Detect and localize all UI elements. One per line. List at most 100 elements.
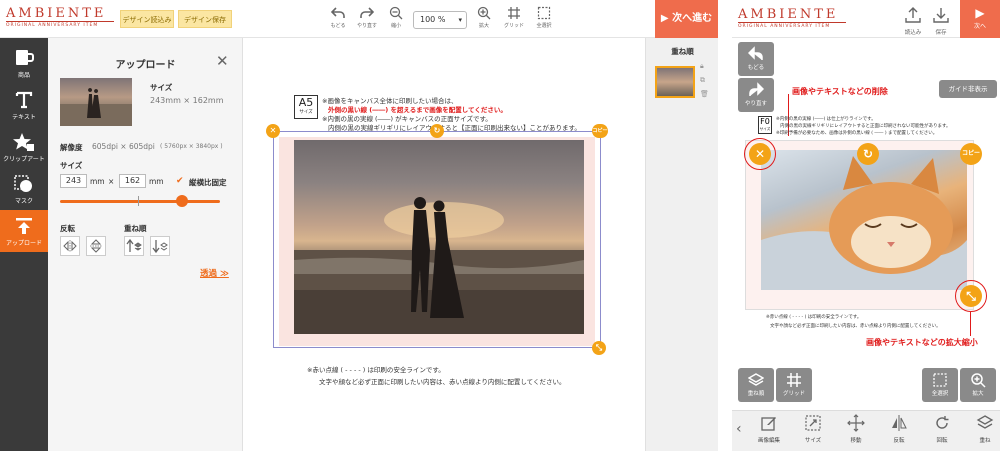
bottom-tool-move[interactable]: 移動 — [839, 414, 873, 444]
bring-forward-button[interactable] — [124, 236, 144, 256]
trash-icon[interactable]: 🗑︎ — [700, 90, 709, 98]
mobile-placed-photo[interactable] — [761, 150, 967, 290]
size-input-label: サイズ — [60, 161, 83, 170]
photo-selection-frame[interactable] — [273, 131, 601, 348]
next-step-button[interactable]: ▶ 次へ進む — [655, 0, 718, 38]
bottom-tool-edit-image[interactable]: 画像編集 — [752, 414, 786, 444]
mobile-canvas-note-2: 内側の黒の実線ギリギリにレイアウトすると正面に印刷されない可能性があります。 — [780, 124, 951, 129]
flip-vertical-button[interactable] — [86, 236, 106, 256]
uploaded-image-thumbnail[interactable] — [60, 78, 132, 126]
send-backward-button[interactable] — [150, 236, 170, 256]
grid-button[interactable]: グリッド — [501, 6, 527, 29]
undo-icon — [748, 46, 763, 60]
undo-button[interactable]: もどる — [325, 6, 351, 29]
height-input[interactable]: 162 — [119, 174, 146, 188]
chevron-left-icon[interactable]: ‹ — [736, 421, 742, 437]
sidebar-item-upload[interactable]: アップロード — [0, 210, 48, 252]
select-all-button[interactable]: 全選択 — [531, 6, 557, 29]
layers-title: 重ね順 — [671, 47, 694, 56]
layer-icon — [748, 373, 764, 386]
safe-line-note-2: 文字や顔など必ず正面に印刷したい内容は、赤い点線より内側に配置してください。 — [319, 378, 566, 386]
sidebar-item-products[interactable]: 商品 — [0, 42, 48, 84]
mobile-load-button[interactable]: 読込み — [900, 6, 926, 36]
top-header: AMBIENTE ORIGINAL ANNIVERSARY ITEM デザイン読… — [0, 0, 718, 38]
bottom-tool-flip[interactable]: 反転 — [882, 414, 916, 444]
delete-handle-icon[interactable]: ✕ — [266, 124, 280, 138]
transparency-link[interactable]: 透過 ≫ — [200, 267, 229, 279]
save-design-button[interactable]: デザイン保存 — [178, 10, 232, 28]
mobile-undo-button[interactable]: もどる — [738, 42, 774, 76]
zoom-select[interactable]: 100 % ▾ — [413, 11, 467, 29]
rotate-icon — [936, 416, 949, 429]
select-all-icon — [933, 373, 947, 387]
flip-horizontal-button[interactable] — [60, 236, 80, 256]
resize-handle-icon[interactable]: ⤡ — [592, 341, 606, 355]
scale-annotation: 画像やテキストなどの拡大縮小 — [866, 338, 978, 347]
redo-icon — [360, 7, 374, 18]
mobile-next-button[interactable]: ▶ 次へ — [960, 0, 1000, 38]
mobile-save-button[interactable]: 保存 — [928, 6, 954, 36]
zoom-in-icon — [971, 373, 986, 388]
resize-icon — [805, 415, 821, 431]
undo-icon — [331, 7, 345, 18]
mobile-bottom-toolbar: ‹ 画像編集 サイズ 移動 反転 回転 重ね — [732, 410, 1000, 451]
mobile-brand-logo[interactable]: AMBIENTE ORIGINAL ANNIVERSARY ITEM — [738, 8, 846, 29]
mobile-grid-button[interactable]: グリッド — [776, 368, 812, 402]
hide-guide-button[interactable]: ガイド非表示 — [939, 80, 997, 98]
zoom-out-button[interactable]: 縮小 — [383, 6, 409, 29]
panel-title: アップロード — [115, 60, 176, 71]
size-slider-handle[interactable] — [175, 195, 188, 207]
resolution-label: 解像度 — [60, 143, 83, 152]
width-unit: mm — [90, 177, 105, 186]
left-sidebar: 商品 テキスト クリップアート マスク アップロード — [0, 38, 48, 451]
layer-item[interactable] — [655, 66, 695, 98]
zoom-out-icon — [389, 6, 403, 20]
layers-panel: 重ね順 🔒︎ ⧉ 🗑︎ — [645, 38, 718, 451]
lock-icon[interactable]: 🔒︎ — [700, 62, 704, 71]
keep-ratio-label: 縦横比固定 — [189, 178, 227, 187]
delete-handle-highlight — [744, 138, 776, 170]
sidebar-item-mask[interactable]: マスク — [0, 168, 48, 210]
edit-image-icon — [761, 417, 776, 431]
send-backward-icon — [152, 240, 168, 254]
brand-logo[interactable]: AMBIENTE ORIGINAL ANNIVERSARY ITEM — [6, 7, 126, 28]
redo-button[interactable]: やり直す — [354, 6, 380, 29]
width-input[interactable]: 243 — [60, 174, 87, 188]
sleeping-kitten-icon — [761, 156, 967, 290]
desktop-editor: AMBIENTE ORIGINAL ANNIVERSARY ITEM デザイン読… — [0, 0, 718, 451]
load-design-button[interactable]: デザイン読込み — [120, 10, 174, 28]
close-icon[interactable]: ✕ — [216, 52, 229, 70]
times-sign: × — [108, 177, 115, 186]
sidebar-item-text[interactable]: テキスト — [0, 84, 48, 126]
height-unit: mm — [149, 177, 164, 186]
mask-icon — [14, 175, 32, 192]
bottom-tool-layer[interactable]: 重ね — [968, 414, 1000, 444]
text-icon — [15, 91, 33, 109]
bottom-tool-rotate[interactable]: 回転 — [925, 414, 959, 444]
duplicate-icon[interactable]: ⧉ — [700, 76, 705, 85]
copy-handle[interactable]: コピー — [592, 124, 608, 138]
redo-icon — [749, 82, 764, 96]
layer-order-label: 重ね順 — [124, 224, 147, 233]
mobile-redo-button[interactable]: やり直す — [738, 78, 774, 112]
mobile-rotate-handle-icon[interactable]: ↻ — [857, 143, 879, 165]
sidebar-item-clipart[interactable]: クリップアート — [0, 126, 48, 168]
canvas-size-badge: A5 サイズ — [294, 95, 318, 119]
mobile-safe-line-note-1: ※赤い点線 ( - - - - ) は印刷の安全ラインです。 — [766, 315, 862, 320]
keep-ratio-checkbox[interactable]: ✔ — [176, 177, 185, 186]
mobile-copy-handle[interactable]: コピー — [960, 143, 982, 165]
flip-vertical-icon — [90, 239, 102, 253]
scale-annotation-line — [970, 312, 971, 336]
mobile-canvas-note-3: ※印刷予備が必要なため、画像は外側の黒い線 ( ―― ) まで配置してください。 — [776, 131, 938, 136]
zoom-in-button[interactable]: 拡大 — [471, 6, 497, 29]
delete-annotation: 画像やテキストなどの削除 — [792, 87, 888, 96]
clipart-star-icon — [13, 133, 34, 151]
mobile-layer-button[interactable]: 重ね順 — [738, 368, 774, 402]
rotate-handle-icon[interactable]: ↻ — [430, 124, 444, 138]
size-slider[interactable] — [60, 200, 220, 203]
couple-photo-thumbnail-icon — [60, 88, 132, 126]
bottom-tool-size[interactable]: サイズ — [796, 414, 830, 444]
mobile-select-all-button[interactable]: 全選択 — [922, 368, 958, 402]
flip-horizontal-icon — [63, 240, 77, 252]
mobile-zoom-in-button[interactable]: 拡大 — [960, 368, 996, 402]
